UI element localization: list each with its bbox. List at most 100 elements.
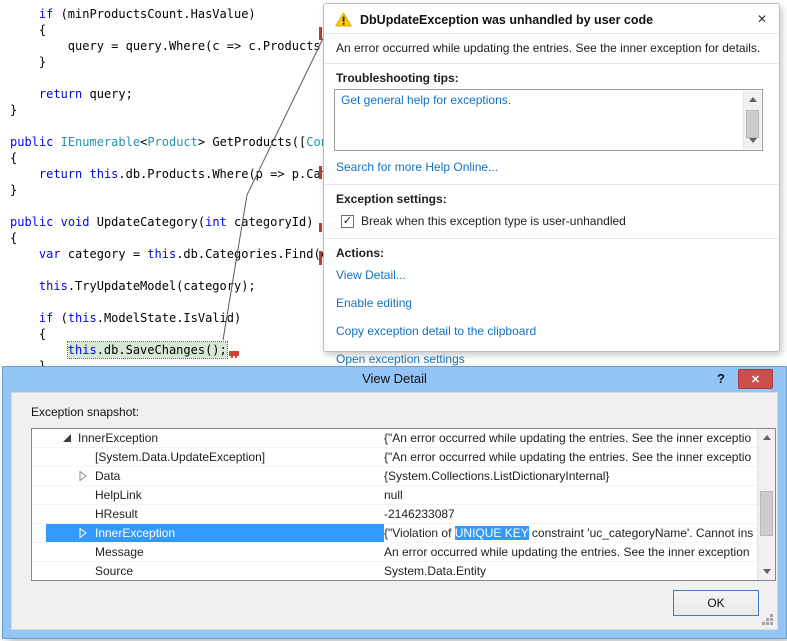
dialog-titlebar[interactable]: View Detail ? ✕ bbox=[3, 367, 786, 392]
exception-settings-label: Exception settings: bbox=[324, 192, 779, 206]
value-text-selected: UNIQUE KEY bbox=[455, 526, 529, 540]
tree-row[interactable]: [System.Data.UpdateException]{"An error … bbox=[32, 448, 758, 467]
help-icon[interactable]: ? bbox=[712, 371, 730, 386]
separator bbox=[324, 184, 779, 185]
property-name: InnerException bbox=[95, 524, 175, 542]
tree-row[interactable]: HelpLink null bbox=[32, 486, 758, 505]
break-checkbox-row[interactable]: ✓ Break when this exception type is user… bbox=[324, 214, 779, 228]
code-token: this bbox=[68, 343, 97, 357]
tree-row[interactable]: Message An error occurred while updating … bbox=[32, 543, 758, 562]
troubleshooting-label: Troubleshooting tips: bbox=[324, 71, 779, 85]
scrollbar-thumb[interactable] bbox=[760, 491, 773, 536]
checkbox-checked-icon[interactable]: ✓ bbox=[341, 215, 354, 228]
value-text: An error occurred while updating the ent… bbox=[384, 545, 750, 559]
code-token: } bbox=[10, 103, 17, 117]
action-link[interactable]: View Detail... bbox=[324, 268, 779, 282]
property-value: {System.Collections.ListDictionaryIntern… bbox=[384, 467, 756, 485]
property-value: null bbox=[384, 486, 756, 504]
troubleshooting-tips-box: Get general help for exceptions. bbox=[334, 89, 763, 151]
dialog-client-area: Exception snapshot: InnerException {"An e… bbox=[11, 392, 778, 630]
scroll-down-icon[interactable] bbox=[758, 564, 775, 579]
code-token: (minProductsCount.HasValue) bbox=[53, 7, 255, 21]
error-glyph-icon[interactable] bbox=[229, 351, 239, 358]
code-token: category = bbox=[61, 247, 148, 261]
tips-help-link[interactable]: Get general help for exceptions. bbox=[341, 93, 511, 107]
red-squiggle-fragment bbox=[319, 251, 322, 265]
code-token: { bbox=[10, 23, 46, 37]
scroll-up-icon[interactable] bbox=[744, 92, 761, 107]
scroll-down-icon[interactable] bbox=[744, 133, 761, 148]
tree-row[interactable]: HResult -2146233087 bbox=[32, 505, 758, 524]
code-indent bbox=[10, 343, 68, 357]
action-link[interactable]: Enable editing bbox=[324, 296, 779, 310]
popup-title: DbUpdateException was unhandled by user … bbox=[360, 13, 653, 27]
code-token: .db.SaveChanges(); bbox=[97, 343, 227, 357]
code-token bbox=[82, 167, 89, 181]
property-value: {"Violation of UNIQUE KEY constraint 'uc… bbox=[384, 524, 756, 542]
red-squiggle-fragment bbox=[319, 223, 322, 232]
exception-message: An error occurred while updating the ent… bbox=[324, 34, 779, 64]
code-token: return bbox=[39, 87, 82, 101]
resize-grip[interactable] bbox=[761, 613, 774, 626]
value-text: -2146233087 bbox=[384, 507, 455, 521]
code-token bbox=[10, 87, 39, 101]
exception-snapshot-tree[interactable]: InnerException {"An error occurred while … bbox=[31, 428, 776, 581]
code-token bbox=[10, 7, 39, 21]
break-checkbox-label: Break when this exception type is user-u… bbox=[361, 214, 626, 228]
property-name: InnerException bbox=[78, 429, 158, 447]
code-token: .ModelState.IsValid) bbox=[97, 311, 242, 325]
value-text: {"Violation of bbox=[384, 526, 455, 540]
property-value: -2146233087 bbox=[384, 505, 756, 523]
value-text: null bbox=[384, 488, 403, 502]
property-value: An error occurred while updating the ent… bbox=[384, 543, 756, 561]
code-token: public bbox=[10, 135, 53, 149]
close-icon[interactable]: ✕ bbox=[757, 13, 767, 25]
tree-scrollbar[interactable] bbox=[757, 429, 775, 580]
close-icon[interactable]: ✕ bbox=[738, 369, 773, 389]
action-link[interactable]: Open exception settings bbox=[324, 352, 779, 366]
dialog-title: View Detail bbox=[3, 371, 786, 386]
code-token: categoryId) bbox=[227, 215, 314, 229]
property-name: Data bbox=[95, 467, 120, 485]
code-token: Product bbox=[147, 135, 198, 149]
expander-collapsed-icon[interactable] bbox=[78, 528, 88, 538]
ok-button[interactable]: OK bbox=[673, 590, 759, 616]
code-token: query; bbox=[82, 87, 133, 101]
code-token bbox=[10, 167, 39, 181]
code-token bbox=[10, 247, 39, 261]
code-token bbox=[53, 215, 60, 229]
expander-expanded-icon[interactable] bbox=[62, 433, 72, 443]
scroll-up-icon[interactable] bbox=[758, 430, 775, 445]
tree-row[interactable]: InnerException{"An error occurred while … bbox=[32, 429, 758, 448]
property-name: Message bbox=[95, 543, 144, 561]
expander-collapsed-icon[interactable] bbox=[78, 471, 88, 481]
tips-scrollbar[interactable] bbox=[743, 91, 761, 149]
current-statement-highlight[interactable]: this.db.SaveChanges(); bbox=[68, 342, 227, 358]
property-name: HelpLink bbox=[95, 486, 142, 504]
code-token: { bbox=[10, 151, 17, 165]
code-token bbox=[53, 135, 60, 149]
code-token: query = query.Where(c => c.Products.Cou bbox=[10, 39, 350, 53]
code-token: this bbox=[90, 167, 119, 181]
view-detail-dialog: View Detail ? ✕ Exception snapshot: Inne… bbox=[3, 367, 786, 638]
code-token: if bbox=[39, 7, 53, 21]
value-text: System.Data.Entity bbox=[384, 564, 486, 578]
code-token: this bbox=[68, 311, 97, 325]
search-help-online-link[interactable]: Search for more Help Online... bbox=[324, 160, 779, 174]
tree-row[interactable]: Data {System.Collections.ListDictionaryIn… bbox=[32, 467, 758, 486]
tree-row[interactable]: SourceSystem.Data.Entity bbox=[32, 562, 758, 580]
value-text: {System.Collections.ListDictionaryIntern… bbox=[384, 469, 609, 483]
tree-row[interactable]: InnerException {"Violation of UNIQUE KEY … bbox=[32, 524, 758, 543]
red-squiggle-fragment bbox=[319, 27, 322, 40]
property-value: {"An error occurred while updating the e… bbox=[384, 448, 756, 466]
code-token: { bbox=[10, 327, 46, 341]
property-name: HResult bbox=[95, 505, 138, 523]
code-token: } bbox=[10, 55, 46, 69]
exception-snapshot-label: Exception snapshot: bbox=[31, 405, 139, 419]
code-token: var bbox=[39, 247, 61, 261]
code-token: return bbox=[39, 167, 82, 181]
code-token: public bbox=[10, 215, 53, 229]
code-token: this bbox=[39, 279, 68, 293]
action-link[interactable]: Copy exception detail to the clipboard bbox=[324, 324, 779, 338]
value-text: {"An error occurred while updating the e… bbox=[384, 450, 751, 464]
